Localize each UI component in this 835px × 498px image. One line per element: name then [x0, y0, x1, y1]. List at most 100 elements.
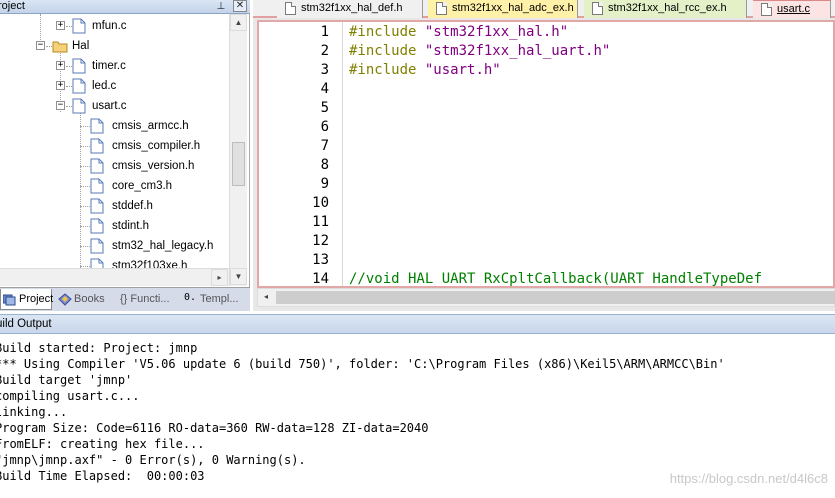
- editor-tab[interactable]: stm32f1xx_hal_rcc_ex.h: [584, 0, 747, 18]
- build-output-line: Build Time Elapsed: 00:00:03: [0, 469, 205, 483]
- c-file-icon: [72, 98, 86, 114]
- line-number: 7: [320, 138, 329, 154]
- header-file-icon: [90, 238, 104, 254]
- c-file-icon: [72, 78, 86, 94]
- tree-connector-line: [80, 146, 90, 147]
- editor-tab[interactable]: usart.c: [753, 0, 831, 18]
- tree-expander-icon[interactable]: −: [36, 41, 45, 50]
- editor-tab-bar: stm32f1xx_hal_def.h stm32f1xx_hal_adc_ex.…: [253, 0, 835, 18]
- editor-tab[interactable]: stm32f1xx_hal_adc_ex.h: [428, 0, 578, 18]
- build-output-line: linking...: [0, 405, 68, 419]
- editor-horizontal-scrollbar[interactable]: ◂: [257, 288, 835, 307]
- header-file-icon: [90, 198, 104, 214]
- folder-icon: [52, 38, 68, 54]
- scroll-up-icon[interactable]: ▲: [230, 14, 247, 31]
- tree-connector-line: [80, 226, 90, 227]
- header-file-icon: [90, 178, 104, 194]
- line-number: 4: [320, 81, 329, 97]
- project-panel-tabs: Project Books {} Functi... 0. Templ...: [0, 287, 250, 311]
- document-icon: [436, 2, 447, 15]
- tab-books[interactable]: Books: [56, 289, 114, 310]
- watermark: https://blog.csdn.net/d4l6c8: [669, 471, 828, 486]
- tree-item[interactable]: stm32f103xe.h: [112, 256, 187, 268]
- tree-item[interactable]: cmsis_compiler.h: [112, 136, 200, 156]
- line-number: 2: [320, 43, 329, 59]
- scroll-right-icon[interactable]: ▸: [211, 269, 228, 286]
- line-number: 6: [320, 119, 329, 135]
- scroll-down-icon[interactable]: ▼: [230, 268, 247, 285]
- project-panel-title-bar: roject ⊥ ✕: [0, 0, 250, 14]
- tree-expander-icon[interactable]: +: [56, 21, 65, 30]
- tree-connector-line: [80, 110, 81, 268]
- build-output-line: *** Using Compiler 'V5.06 update 6 (buil…: [0, 357, 725, 371]
- tree-connector-line: [80, 166, 90, 167]
- code-line: //void HAL_UART_RxCpltCallback(UART_Hand…: [349, 271, 763, 287]
- header-file-icon: [90, 218, 104, 234]
- close-icon[interactable]: ✕: [233, 0, 247, 12]
- build-output-line: Program Size: Code=6116 RO-data=360 RW-d…: [0, 421, 429, 435]
- tree-item[interactable]: stdint.h: [112, 216, 149, 236]
- tree-expander-icon[interactable]: +: [56, 61, 65, 70]
- document-icon: [285, 2, 296, 15]
- line-number: 1: [320, 24, 329, 40]
- line-number-gutter: 1 2 3 4 5 6 7 8 9 10 11 12 13 14: [259, 22, 343, 287]
- header-file-icon: [90, 118, 104, 134]
- project-panel: roject ⊥ ✕ + mfun.c − Hal + timer.c + led.c − usa…: [0, 0, 250, 311]
- project-panel-title: roject: [0, 0, 25, 12]
- line-number: 10: [312, 195, 329, 211]
- project-icon: [2, 293, 16, 306]
- project-tree: + mfun.c − Hal + timer.c + led.c − usart.c cmsis_a…: [0, 14, 229, 268]
- tree-item[interactable]: Hal: [72, 36, 89, 56]
- tree-item[interactable]: led.c: [92, 76, 116, 96]
- code-line: #include "stm32f1xx_hal.h": [349, 24, 569, 40]
- tree-item[interactable]: cmsis_armcc.h: [112, 116, 189, 136]
- tree-item[interactable]: stddef.h: [112, 196, 153, 216]
- tab-templates[interactable]: 0. Templ...: [182, 289, 248, 310]
- tree-item[interactable]: cmsis_version.h: [112, 156, 194, 176]
- tree-connector-line: [80, 246, 90, 247]
- tree-expander-icon[interactable]: −: [56, 101, 65, 110]
- tree-horizontal-scrollbar[interactable]: ▸: [0, 268, 229, 286]
- build-output-panel: uild Output Build started: Project: jmnp…: [0, 314, 835, 498]
- line-number: 8: [320, 157, 329, 173]
- line-number: 12: [312, 233, 329, 249]
- tree-vertical-scrollbar[interactable]: ▲ ▼: [229, 14, 247, 286]
- tree-item[interactable]: stm32_hal_legacy.h: [112, 236, 213, 256]
- build-output-line: Build started: Project: jmnp: [0, 341, 198, 355]
- books-icon: [58, 293, 72, 306]
- tree-item[interactable]: timer.c: [92, 56, 126, 76]
- line-number: 13: [312, 252, 329, 268]
- code-line: #include "stm32f1xx_hal_uart.h": [349, 43, 611, 59]
- tree-item[interactable]: core_cm3.h: [112, 176, 172, 196]
- editor-tab[interactable]: stm32f1xx_hal_def.h: [277, 0, 423, 18]
- tab-functions[interactable]: {} Functi...: [117, 289, 179, 310]
- scroll-thumb[interactable]: [232, 142, 245, 186]
- tree-connector-line: [80, 186, 90, 187]
- tree-connector-line: [80, 126, 90, 127]
- code-editor[interactable]: 1 2 3 4 5 6 7 8 9 10 11 12 13 14 #include "stm32f1xx_…: [257, 20, 835, 288]
- line-number: 9: [320, 176, 329, 192]
- tab-project[interactable]: Project: [0, 289, 53, 310]
- build-output-title: uild Output: [0, 318, 52, 330]
- document-icon: [761, 3, 772, 16]
- editor-tab-label: stm32f1xx_hal_def.h: [301, 2, 403, 14]
- editor-tab-label: stm32f1xx_hal_adc_ex.h: [452, 2, 574, 14]
- pin-icon[interactable]: ⊥: [214, 0, 228, 13]
- scroll-thumb[interactable]: [276, 291, 835, 304]
- header-file-icon: [90, 258, 104, 268]
- build-output-title-bar: uild Output: [0, 314, 835, 334]
- scroll-left-icon[interactable]: ◂: [258, 289, 274, 306]
- line-number: 14: [312, 271, 329, 287]
- tree-connector-line: [80, 266, 90, 267]
- line-number: 5: [320, 100, 329, 116]
- tree-item[interactable]: usart.c: [92, 96, 127, 116]
- tree-item[interactable]: mfun.c: [92, 16, 127, 36]
- tree-expander-icon[interactable]: +: [56, 81, 65, 90]
- editor-pane: stm32f1xx_hal_def.h stm32f1xx_hal_adc_ex.…: [253, 0, 835, 311]
- document-icon: [592, 2, 603, 15]
- c-file-icon: [72, 58, 86, 74]
- line-number: 11: [312, 214, 329, 230]
- tree-connector-line: [80, 206, 90, 207]
- editor-tab-label: stm32f1xx_hal_rcc_ex.h: [608, 2, 727, 14]
- build-output-line: Build target 'jmnp': [0, 373, 133, 387]
